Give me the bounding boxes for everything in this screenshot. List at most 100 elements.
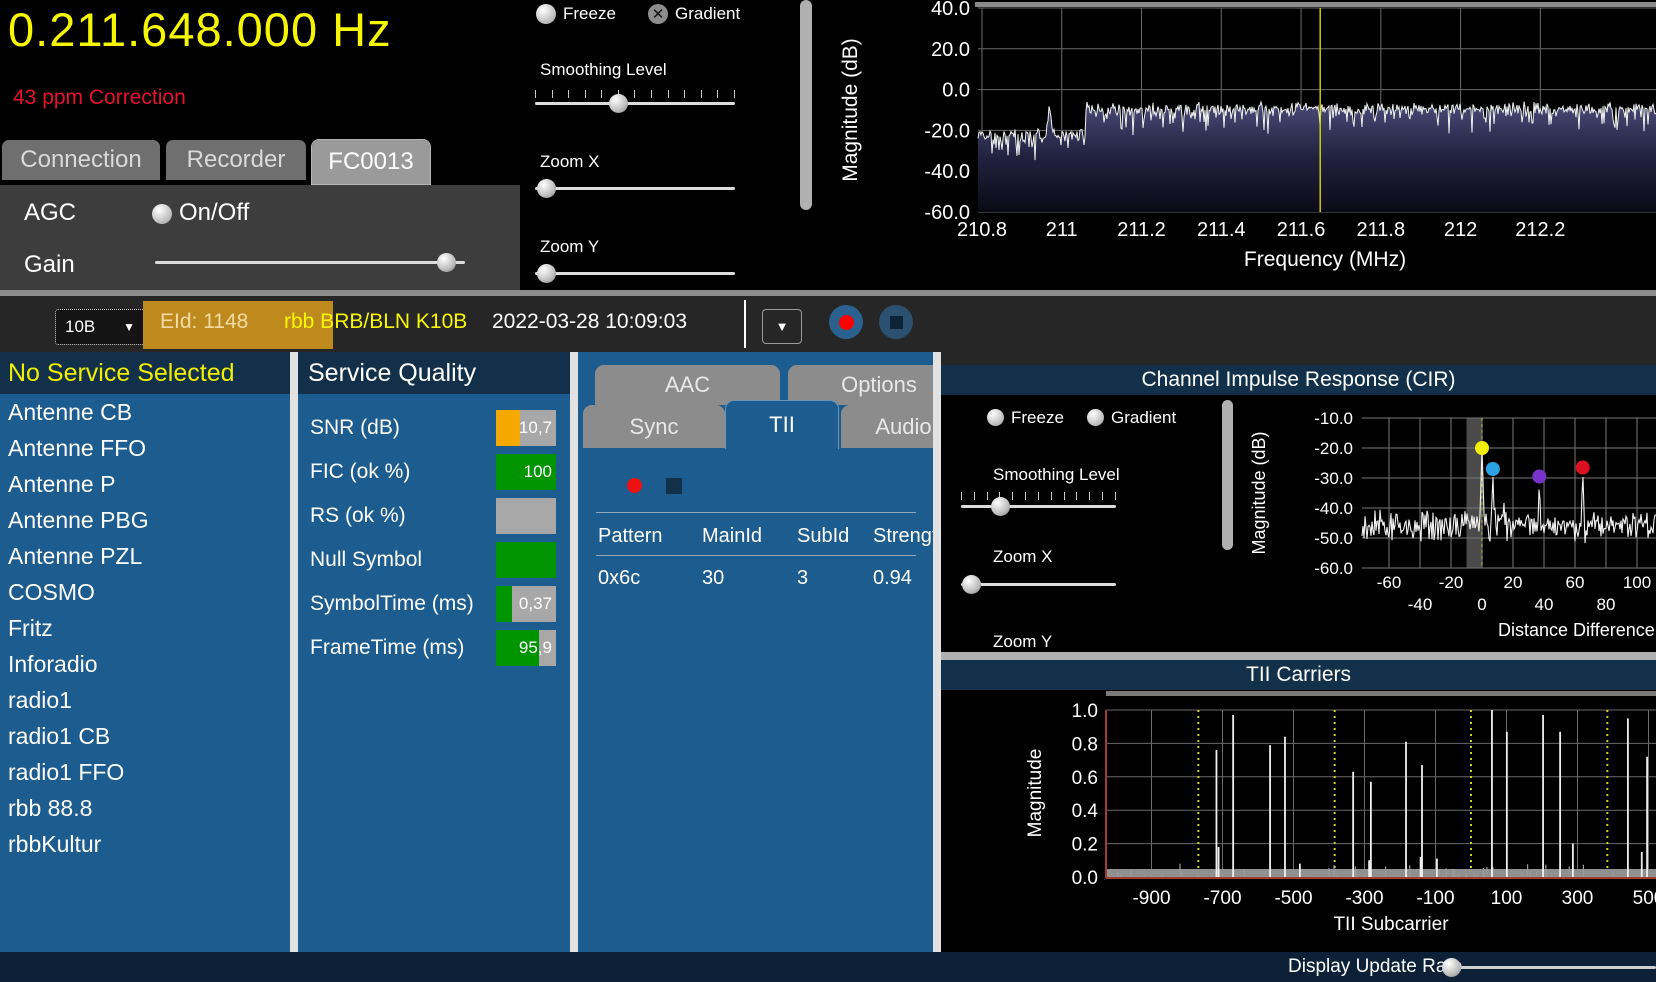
detail-tab-options[interactable]: Options [788, 365, 933, 405]
detail-tab-audio[interactable]: Audio [841, 405, 933, 448]
gain-label: Gain [24, 251, 75, 279]
svg-text:-40: -40 [1408, 595, 1433, 614]
ensemble-label: rbb BRB/BLN K10B [284, 310, 467, 334]
service-item[interactable]: Antenne PZL [0, 538, 290, 574]
cir-freeze-radio[interactable] [987, 409, 1004, 426]
svg-text:0: 0 [1477, 595, 1486, 614]
detail-tab-tii[interactable]: TII [725, 400, 839, 449]
cir-smoothing-slider[interactable] [961, 505, 1116, 508]
cir-chart: -10.0-20.0-30.0-40.0-50.0-60.0-60-202060… [1241, 395, 1656, 652]
service-item[interactable]: COSMO [0, 574, 290, 610]
smoothing-slider[interactable] [535, 102, 735, 105]
device-tab-recorder[interactable]: Recorder [166, 140, 306, 180]
horizontal-splitter[interactable] [941, 652, 1656, 660]
panel-splitter[interactable] [570, 352, 578, 952]
cir-highlight-band [1467, 418, 1483, 568]
service-list: Antenne CBAntenne FFOAntenne PAntenne PB… [0, 394, 290, 862]
detail-tab-sync[interactable]: Sync [583, 405, 725, 448]
ensemble-id: EId: 1148 [160, 310, 248, 334]
svg-text:60: 60 [1566, 573, 1585, 592]
smoothing-level-label: Smoothing Level [540, 60, 667, 80]
svg-text:212: 212 [1444, 219, 1477, 241]
device-tab-connection[interactable]: Connection [2, 140, 160, 180]
slider-handle[interactable] [437, 253, 456, 272]
tii-col-header: Pattern [598, 525, 662, 548]
service-item[interactable]: radio1 [0, 682, 290, 718]
agc-label: AGC [24, 199, 76, 227]
zoomy-slider[interactable] [535, 272, 735, 275]
cir-echo-marker [1576, 461, 1590, 475]
svg-text:-700: -700 [1203, 888, 1241, 909]
svg-text:-900: -900 [1132, 888, 1170, 909]
record-button[interactable] [829, 305, 863, 339]
spectrum-freeze-label: Freeze [563, 4, 616, 24]
device-tab-fc0013[interactable]: FC0013 [312, 140, 430, 184]
quality-progress-fill [496, 542, 556, 578]
tii-record-icon[interactable] [627, 478, 642, 493]
spectrum-area [978, 102, 1656, 213]
spectrum-freeze-radio[interactable] [536, 4, 556, 24]
svg-text:211.4: 211.4 [1197, 219, 1246, 241]
service-item[interactable]: Antenne CB [0, 394, 290, 430]
quality-row: Null Symbol [298, 538, 570, 582]
display-update-rate-label: Display Update Rate [1288, 956, 1462, 978]
agc-radio[interactable] [152, 204, 172, 224]
service-item[interactable]: Fritz [0, 610, 290, 646]
slider-handle[interactable] [962, 575, 981, 594]
service-item[interactable]: rbbKultur [0, 826, 290, 862]
slider-handle[interactable] [991, 497, 1010, 516]
service-list-header: No Service Selected [0, 352, 290, 394]
zoomx-label: Zoom X [540, 152, 600, 172]
slider-handle[interactable] [609, 94, 628, 113]
service-item[interactable]: Antenne FFO [0, 430, 290, 466]
cir-zoomy-label: Zoom Y [993, 632, 1052, 652]
panel-splitter[interactable] [290, 352, 298, 952]
svg-text:Frequency (MHz): Frequency (MHz) [1244, 248, 1406, 271]
cir-zoomx-slider[interactable] [961, 583, 1116, 586]
service-item[interactable]: rbb 88.8 [0, 790, 290, 826]
display-update-rate-slider[interactable] [1442, 966, 1656, 969]
cir-gradient-radio[interactable] [1087, 409, 1104, 426]
cir-controls-scrollbar[interactable] [1222, 400, 1233, 550]
service-item[interactable]: Antenne P [0, 466, 290, 502]
spectrum-hscrollbar [975, 2, 1656, 7]
service-item[interactable]: Inforadio [0, 646, 290, 682]
stop-button[interactable] [879, 305, 913, 339]
service-item[interactable]: radio1 FFO [0, 754, 290, 790]
service-item[interactable]: radio1 CB [0, 718, 290, 754]
quality-value: 10,7 [519, 410, 552, 446]
chevron-down-icon: ▼ [123, 320, 135, 334]
spectrum-gradient-label: Gradient [675, 4, 740, 24]
status-bar: 10B ▼ EId: 1148 rbb BRB/BLN K10B 2022-03… [0, 290, 1656, 352]
spectrum-gradient-checkbox[interactable]: ✕ [648, 4, 668, 24]
spectrum-chart: 210.8211211.2211.4211.6211.8212212.240.0… [812, 0, 1656, 290]
zoomx-slider[interactable] [535, 187, 735, 190]
expand-dropdown-button[interactable]: ▼ [762, 309, 802, 344]
tii-col-header: MainId [702, 525, 762, 548]
quality-label: Null Symbol [298, 548, 496, 572]
zoomy-label: Zoom Y [540, 237, 599, 257]
table-header-underline [596, 555, 916, 556]
quality-value: 100 [524, 454, 552, 490]
svg-text:-20: -20 [1439, 573, 1464, 592]
panel-splitter[interactable] [933, 352, 941, 952]
channel-combo[interactable]: 10B ▼ [55, 309, 145, 345]
slider-handle[interactable] [537, 264, 556, 283]
svg-text:100: 100 [1623, 573, 1651, 592]
slider-handle[interactable] [537, 179, 556, 198]
record-icon [839, 315, 854, 330]
spectrum-controls-scrollbar[interactable] [800, 0, 812, 210]
cir-echo-marker [1532, 470, 1546, 484]
svg-text:212.2: 212.2 [1515, 219, 1565, 241]
quality-progress-bar [496, 542, 556, 578]
gain-slider[interactable] [155, 261, 465, 264]
svg-text:Magnitude: Magnitude [1025, 749, 1046, 838]
tii-carriers-chart: 1.00.80.60.40.20.0-900-700-500-300-10010… [941, 690, 1656, 952]
chevron-down-icon: ▼ [776, 319, 789, 334]
detail-tab-aac[interactable]: AAC [595, 365, 780, 405]
service-item[interactable]: Antenne PBG [0, 502, 290, 538]
slider-handle[interactable] [1442, 958, 1461, 977]
svg-text:0.2: 0.2 [1072, 835, 1098, 856]
svg-text:Distance Difference (km): Distance Difference (km) [1498, 620, 1656, 640]
tii-stop-icon[interactable] [666, 478, 682, 494]
